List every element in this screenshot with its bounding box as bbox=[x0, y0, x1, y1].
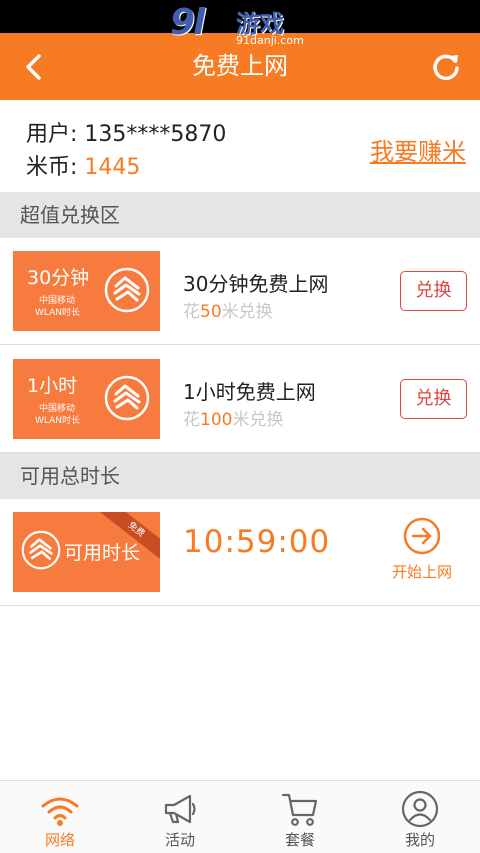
tab-network[interactable]: 网络 bbox=[0, 781, 120, 853]
package-row-30min: 30分钟 中国移动 WLAN时长 30分钟免费上网 花50米兑换 兑换 bbox=[0, 238, 480, 345]
package-price: 50 bbox=[200, 302, 222, 322]
bottom-tab-bar: 网络 活动 套餐 我的 bbox=[0, 780, 480, 853]
card-type: WLAN时长 bbox=[35, 416, 81, 426]
package-card: 30分钟 中国移动 WLAN时长 bbox=[13, 251, 160, 331]
user-phone: 135****5870 bbox=[84, 122, 227, 147]
refresh-icon bbox=[433, 54, 459, 81]
price-suffix: 米兑换 bbox=[232, 410, 284, 430]
china-mobile-logo-icon bbox=[104, 267, 150, 313]
package-price-text: 花100米兑换 bbox=[183, 405, 283, 430]
available-time-card: 可用时长 免费 bbox=[13, 512, 160, 592]
price-prefix: 花 bbox=[183, 410, 200, 430]
package-price-text: 花50米兑换 bbox=[183, 297, 273, 322]
arrow-right-circle-icon bbox=[403, 517, 441, 555]
user-label: 用户: bbox=[26, 122, 78, 147]
coin-balance: 1445 bbox=[84, 155, 141, 180]
package-card: 1小时 中国移动 WLAN时长 bbox=[13, 359, 160, 439]
account-panel: 用户: 135****5870 米币: 1445 我要赚米 bbox=[0, 100, 480, 192]
available-time-row: 可用时长 免费 10:59:00 开始上网 bbox=[0, 499, 480, 606]
price-prefix: 花 bbox=[183, 302, 200, 322]
tab-label: 我的 bbox=[404, 831, 435, 849]
available-time-label: 可用时长 bbox=[64, 542, 141, 564]
section-exchange-header: 超值兑换区 bbox=[0, 192, 480, 238]
price-suffix: 米兑换 bbox=[221, 302, 273, 322]
package-title: 30分钟免费上网 bbox=[183, 272, 329, 296]
package-title: 1小时免费上网 bbox=[183, 380, 316, 404]
watermark-mark: 9l bbox=[170, 2, 205, 43]
card-type: WLAN时长 bbox=[35, 308, 81, 318]
section-available-header: 可用总时长 bbox=[0, 453, 480, 499]
user-icon bbox=[401, 790, 439, 828]
tab-label: 网络 bbox=[44, 831, 75, 849]
watermark-url: 91danji.com bbox=[236, 34, 304, 47]
start-browsing-label: 开始上网 bbox=[391, 563, 452, 581]
earn-coins-link[interactable]: 我要赚米 bbox=[370, 132, 466, 167]
start-browsing-button[interactable]: 开始上网 bbox=[389, 517, 455, 587]
wifi-icon bbox=[41, 797, 79, 826]
package-price: 100 bbox=[200, 410, 233, 430]
chevron-left-icon bbox=[26, 54, 41, 80]
exchange-button[interactable]: 兑换 bbox=[400, 379, 467, 419]
coin-info: 米币: 1445 bbox=[26, 149, 140, 181]
tab-label: 套餐 bbox=[284, 831, 315, 849]
user-info: 用户: 135****5870 bbox=[26, 116, 226, 148]
tab-label: 活动 bbox=[164, 831, 195, 849]
card-duration: 30分钟 bbox=[27, 267, 90, 289]
back-button[interactable] bbox=[14, 47, 54, 87]
tab-mine[interactable]: 我的 bbox=[360, 781, 480, 853]
refresh-button[interactable] bbox=[426, 47, 466, 87]
megaphone-icon bbox=[164, 794, 196, 824]
china-mobile-logo-icon bbox=[21, 530, 61, 570]
remaining-time: 10:59:00 bbox=[183, 524, 331, 560]
china-mobile-logo-icon bbox=[104, 375, 150, 421]
tab-activities[interactable]: 活动 bbox=[120, 781, 240, 853]
watermark-logo: 9l 游戏 91danji.com bbox=[170, 2, 310, 52]
package-row-1hour: 1小时 中国移动 WLAN时长 1小时免费上网 花100米兑换 兑换 bbox=[0, 346, 480, 453]
cart-icon bbox=[281, 793, 318, 826]
coin-label: 米币: bbox=[26, 155, 78, 180]
card-duration: 1小时 bbox=[27, 375, 78, 397]
exchange-button[interactable]: 兑换 bbox=[400, 271, 467, 311]
tab-packages[interactable]: 套餐 bbox=[240, 781, 360, 853]
